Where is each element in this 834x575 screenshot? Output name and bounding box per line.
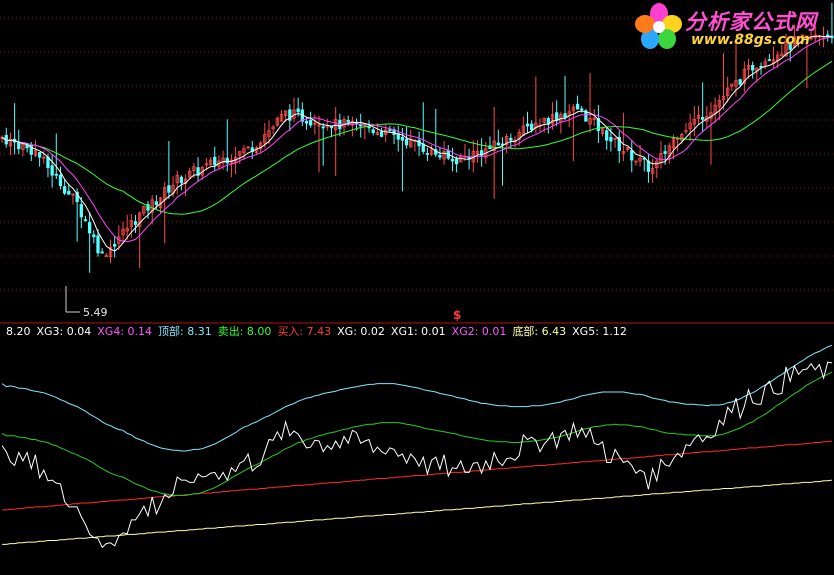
top-band-line <box>1 344 833 452</box>
legend-item: XG5: 1.12 <box>572 325 627 338</box>
candle-body <box>17 141 21 150</box>
candle-body <box>309 119 313 126</box>
candle-body <box>379 131 384 137</box>
candle-body <box>605 130 609 141</box>
candle-body <box>454 158 459 165</box>
candle-body <box>767 59 772 62</box>
candle-body <box>100 251 104 254</box>
candle-body <box>450 158 455 162</box>
candle-body <box>54 173 58 176</box>
candle-body <box>580 108 584 111</box>
candle-body <box>404 138 409 146</box>
candle-body <box>388 129 392 132</box>
legend-item: XG: 0.02 <box>337 325 385 338</box>
candle-body <box>304 120 309 124</box>
watermark-url: www.88gs.com <box>691 32 810 48</box>
sell-band-line <box>1 371 833 496</box>
candle-body <box>62 186 67 194</box>
candle-body <box>79 204 83 218</box>
indicator-lines <box>1 344 833 549</box>
candle-body <box>509 137 513 141</box>
candle-body <box>663 151 667 154</box>
ma-short-line <box>1 35 832 252</box>
candle-body <box>83 219 88 222</box>
candle-body <box>759 65 763 68</box>
candle-body <box>321 126 325 129</box>
candle-body <box>630 150 634 161</box>
signal-marker: $ <box>453 308 461 322</box>
candle-body <box>92 234 96 238</box>
candle-body <box>425 153 430 155</box>
legend-item: XG4: 0.14 <box>97 325 153 338</box>
legend-item: 底部: 6.43 <box>512 325 567 338</box>
candle-body <box>738 79 742 85</box>
oscillator-line <box>1 361 832 549</box>
stock-chart: 5.49 $ <box>0 2 834 549</box>
candle-body <box>525 123 530 127</box>
candle-body <box>346 119 350 123</box>
buy-band-line <box>2 440 832 511</box>
flower-logo-icon <box>635 3 682 49</box>
candle-body <box>563 113 567 118</box>
candle-body <box>400 136 405 141</box>
watermark-logo: 分析家公式网 www.88gs.com <box>633 2 833 54</box>
min-price-label: 5.49 <box>83 306 108 319</box>
candle-body <box>700 117 705 120</box>
legend-item: 买入: 7.43 <box>277 325 332 338</box>
legend-item: XG2: 0.01 <box>451 325 507 338</box>
price-labels: 5.49 $ <box>65 286 461 322</box>
candle-body <box>88 222 92 234</box>
candle-body <box>609 136 613 142</box>
legend-item: 8.20 <box>6 325 31 338</box>
candle-body <box>371 129 375 133</box>
candle-body <box>104 255 108 258</box>
candle-body <box>225 157 229 164</box>
legend-item: 顶部: 8.31 <box>158 325 212 338</box>
candle-body <box>37 152 42 158</box>
candle-body <box>167 185 171 193</box>
legend-item: XG1: 0.01 <box>390 325 446 338</box>
candle-body <box>555 112 559 121</box>
candle-body <box>179 176 184 184</box>
legend-item: 卖出: 8.00 <box>217 325 272 338</box>
moving-averages <box>1 35 833 252</box>
candle-body <box>113 243 117 247</box>
candle-body <box>213 156 217 166</box>
candle-body <box>496 142 500 146</box>
candle-body <box>96 235 100 254</box>
candle-body <box>359 124 363 127</box>
indicator-legend: 8.20 XG3: 0.04 XG4: 0.14 顶部: 8.31 卖出: 8.00 买入… <box>6 324 627 340</box>
ma-mid-line <box>1 36 833 243</box>
candle-body <box>438 154 442 158</box>
legend-item: XG3: 0.04 <box>36 325 92 338</box>
price-grid <box>0 17 834 291</box>
candle-body <box>154 201 159 205</box>
candle-body <box>67 190 71 195</box>
bottom-band-line <box>2 479 832 545</box>
candle-body <box>133 221 138 225</box>
candle-body <box>296 108 300 113</box>
candle-body <box>530 123 534 131</box>
candle-body <box>575 103 580 110</box>
candle-body <box>751 64 755 71</box>
candle-body <box>58 174 63 187</box>
candle-body <box>50 165 54 176</box>
